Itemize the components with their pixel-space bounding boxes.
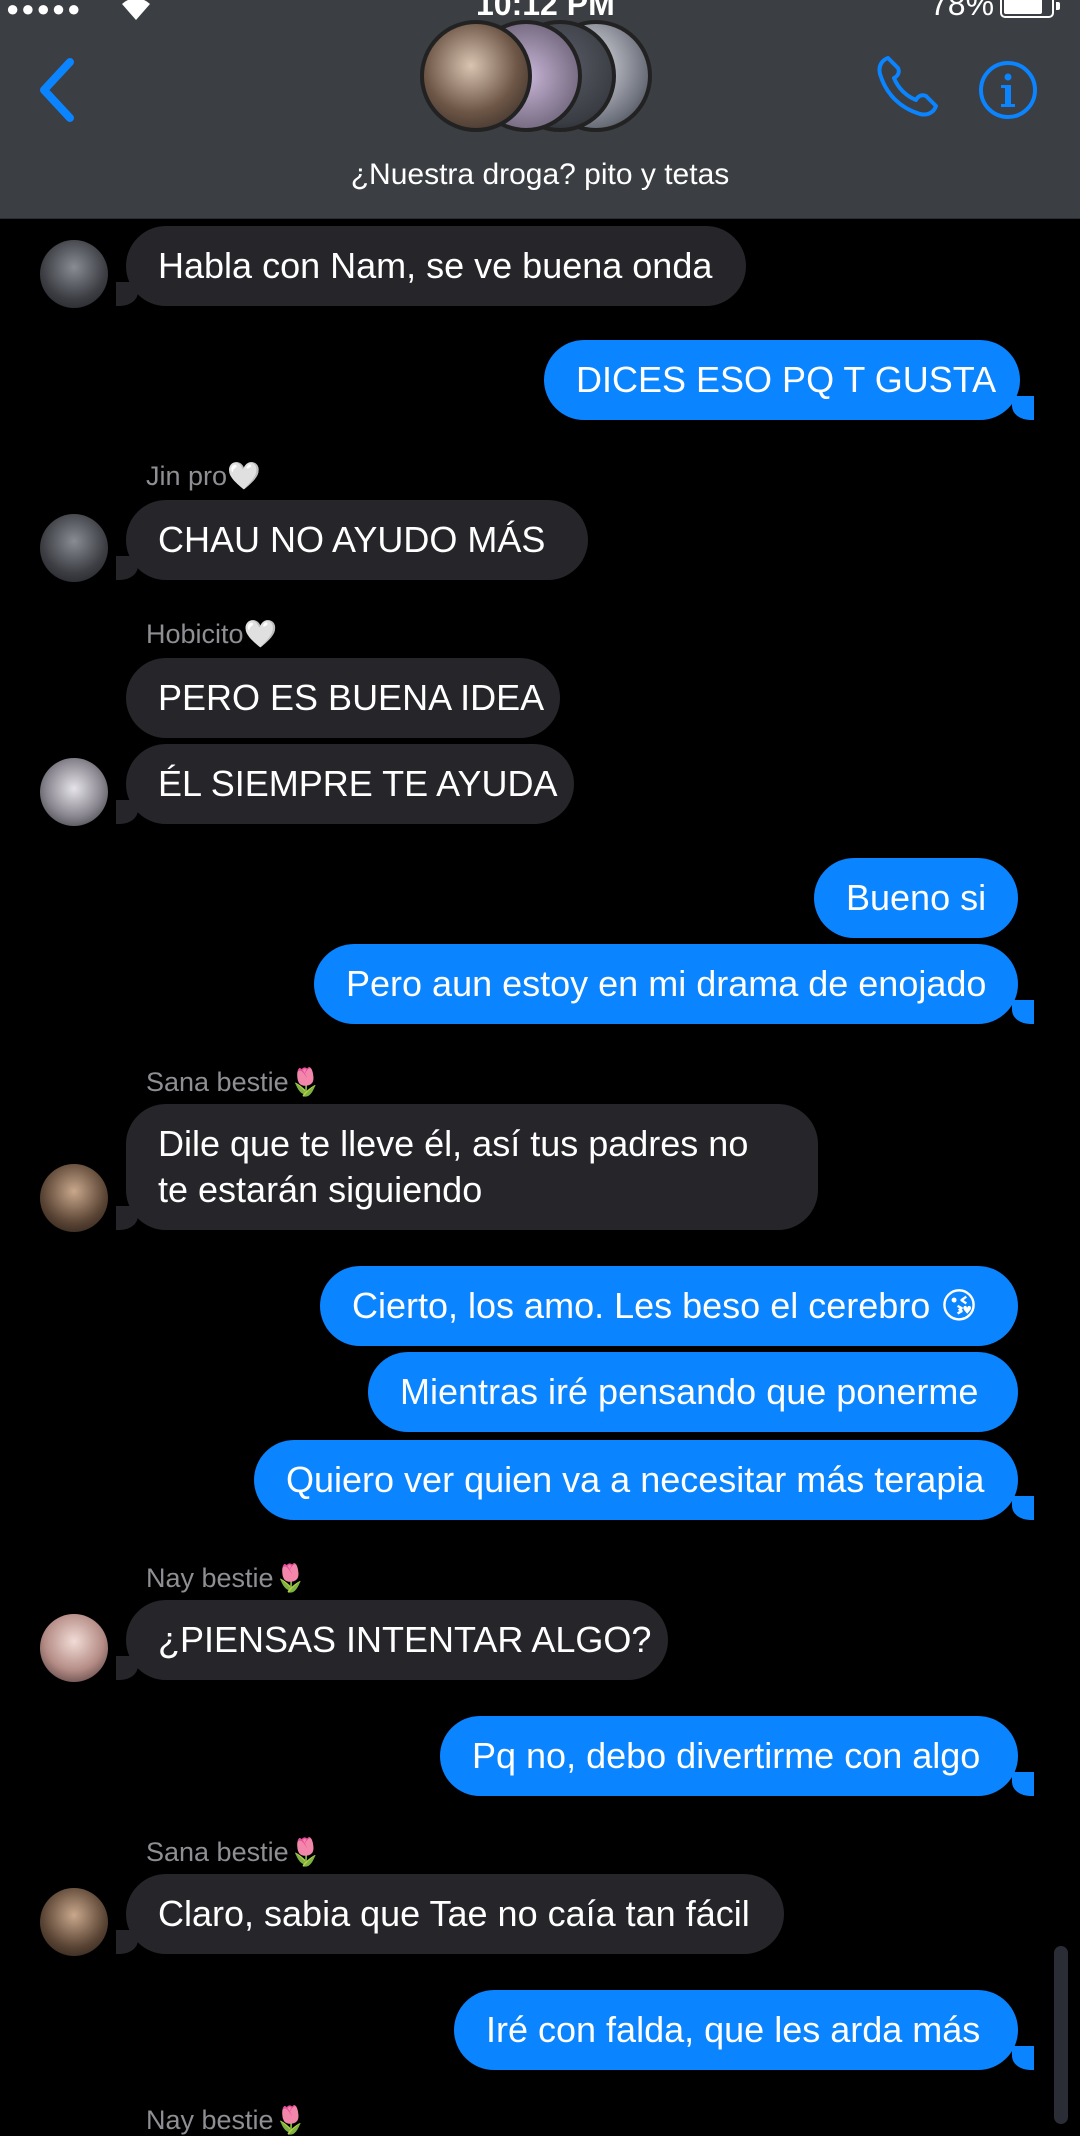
message-incoming[interactable]: Dile que te lleve él, así tus padres no … bbox=[126, 1104, 818, 1230]
sender-name: Sana bestie🌷 bbox=[146, 1837, 323, 1867]
message-outgoing[interactable]: Pq no, debo divertirme con algo bbox=[440, 1716, 1018, 1796]
battery-percent: 78% bbox=[930, 0, 995, 22]
group-avatar-stack[interactable] bbox=[420, 20, 660, 140]
sender-name: Nay bestie🌷 bbox=[146, 1563, 308, 1593]
sender-name: Jin pro🤍 bbox=[146, 461, 261, 491]
message-outgoing[interactable]: DICES ESO PQ T GUSTA bbox=[544, 340, 1020, 420]
avatar[interactable] bbox=[40, 1888, 108, 1956]
bubble-tail bbox=[1012, 1000, 1034, 1024]
message-incoming[interactable]: ¿PIENSAS INTENTAR ALGO? bbox=[126, 1600, 668, 1680]
call-button[interactable] bbox=[872, 52, 942, 122]
info-icon bbox=[979, 61, 1037, 119]
sender-name: Sana bestie🌷 bbox=[146, 1067, 323, 1097]
message-outgoing[interactable]: Mientras iré pensando que ponerme bbox=[368, 1352, 1018, 1432]
message-outgoing[interactable]: Quiero ver quien va a necesitar más tera… bbox=[254, 1440, 1018, 1520]
sender-name: Hobicito🤍 bbox=[146, 619, 278, 649]
info-button[interactable] bbox=[978, 60, 1038, 120]
phone-icon bbox=[877, 56, 938, 117]
bubble-tail bbox=[1012, 1772, 1034, 1796]
bubble-tail bbox=[1012, 2046, 1034, 2070]
message-incoming[interactable]: Claro, sabia que Tae no caía tan fácil bbox=[126, 1874, 784, 1954]
chat-header: ●●●●● 10:12 PM 78% ¿Nuestra droga? pito … bbox=[0, 0, 1080, 219]
message-incoming[interactable]: Habla con Nam, se ve buena onda bbox=[126, 226, 746, 306]
bubble-tail bbox=[1012, 396, 1034, 420]
message-incoming[interactable]: ÉL SIEMPRE TE AYUDA bbox=[126, 744, 574, 824]
group-name[interactable]: ¿Nuestra droga? pito y tetas bbox=[0, 158, 1080, 192]
back-button[interactable] bbox=[30, 50, 90, 130]
message-incoming[interactable]: CHAU NO AYUDO MÁS bbox=[126, 500, 588, 580]
sender-name: Nay bestie🌷 bbox=[146, 2105, 308, 2135]
avatar[interactable] bbox=[40, 514, 108, 582]
avatar[interactable] bbox=[40, 758, 108, 826]
bubble-tail bbox=[1012, 1496, 1034, 1520]
wifi-icon bbox=[118, 0, 154, 29]
signal-strength-icon: ●●●●● bbox=[6, 0, 83, 21]
avatar[interactable] bbox=[40, 1164, 108, 1232]
scrollbar[interactable] bbox=[1054, 1946, 1068, 2124]
chevron-left-icon bbox=[40, 58, 74, 122]
message-outgoing[interactable]: Pero aun estoy en mi drama de enojado bbox=[314, 944, 1018, 1024]
message-outgoing[interactable]: Cierto, los amo. Les beso el cerebro 😘 bbox=[320, 1266, 1018, 1346]
battery-icon bbox=[1000, 0, 1060, 18]
avatar[interactable] bbox=[40, 240, 108, 308]
message-outgoing[interactable]: Iré con falda, que les arda más bbox=[454, 1990, 1018, 2070]
message-outgoing[interactable]: Bueno si bbox=[814, 858, 1018, 938]
message-incoming[interactable]: PERO ES BUENA IDEA bbox=[126, 658, 560, 738]
avatar[interactable] bbox=[40, 1614, 108, 1682]
group-avatar-1 bbox=[420, 20, 532, 132]
